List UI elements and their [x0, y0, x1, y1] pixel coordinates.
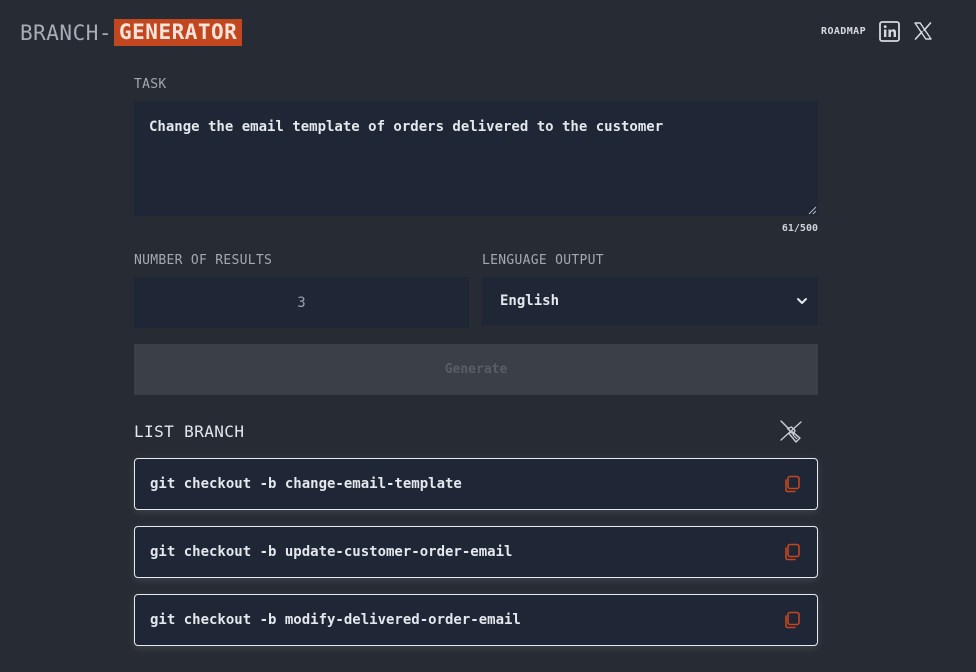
- generate-button[interactable]: Generate: [134, 344, 818, 395]
- branch-item-1[interactable]: git checkout -b change-email-template: [134, 458, 818, 510]
- task-textarea[interactable]: Change the email template of orders deli…: [134, 101, 818, 216]
- linkedin-icon[interactable]: [878, 20, 900, 42]
- header: BRANCH- GENERATOR ROADMAP: [0, 0, 976, 64]
- task-label: TASK: [134, 77, 167, 92]
- branch-item-2[interactable]: git checkout -b update-customer-order-em…: [134, 526, 818, 578]
- branch-command: git checkout -b update-customer-order-em…: [150, 544, 513, 560]
- x-twitter-icon[interactable]: [912, 20, 934, 42]
- char-counter: 61/500: [781, 223, 818, 234]
- language-label: LENGUAGE OUTPUT: [482, 253, 604, 268]
- header-nav: ROADMAP: [821, 20, 934, 42]
- copy-icon[interactable]: [782, 474, 802, 494]
- copy-icon[interactable]: [782, 610, 802, 630]
- logo[interactable]: BRANCH- GENERATOR: [20, 19, 243, 46]
- num-results-input[interactable]: [134, 277, 469, 328]
- copy-icon[interactable]: [782, 542, 802, 562]
- branch-item-3[interactable]: git checkout -b modify-delivered-order-e…: [134, 594, 818, 646]
- list-branch-title: LIST BRANCH: [134, 422, 245, 441]
- branch-command: git checkout -b modify-delivered-order-e…: [150, 612, 521, 628]
- language-selected-value: English: [500, 293, 560, 309]
- roadmap-link[interactable]: ROADMAP: [821, 26, 866, 37]
- logo-text-generator: GENERATOR: [114, 19, 243, 46]
- resize-handle-icon[interactable]: [808, 206, 817, 215]
- branch-command: git checkout -b change-email-template: [150, 476, 462, 492]
- logo-text-branch: BRANCH-: [20, 20, 113, 45]
- app-root: BRANCH- GENERATOR ROADMAP TASK Change th…: [0, 0, 976, 672]
- chevron-down-icon: [797, 298, 807, 304]
- clear-list-broom-icon[interactable]: [776, 416, 806, 446]
- num-results-label: NUMBER OF RESULTS: [134, 253, 273, 268]
- language-select[interactable]: English: [482, 277, 818, 325]
